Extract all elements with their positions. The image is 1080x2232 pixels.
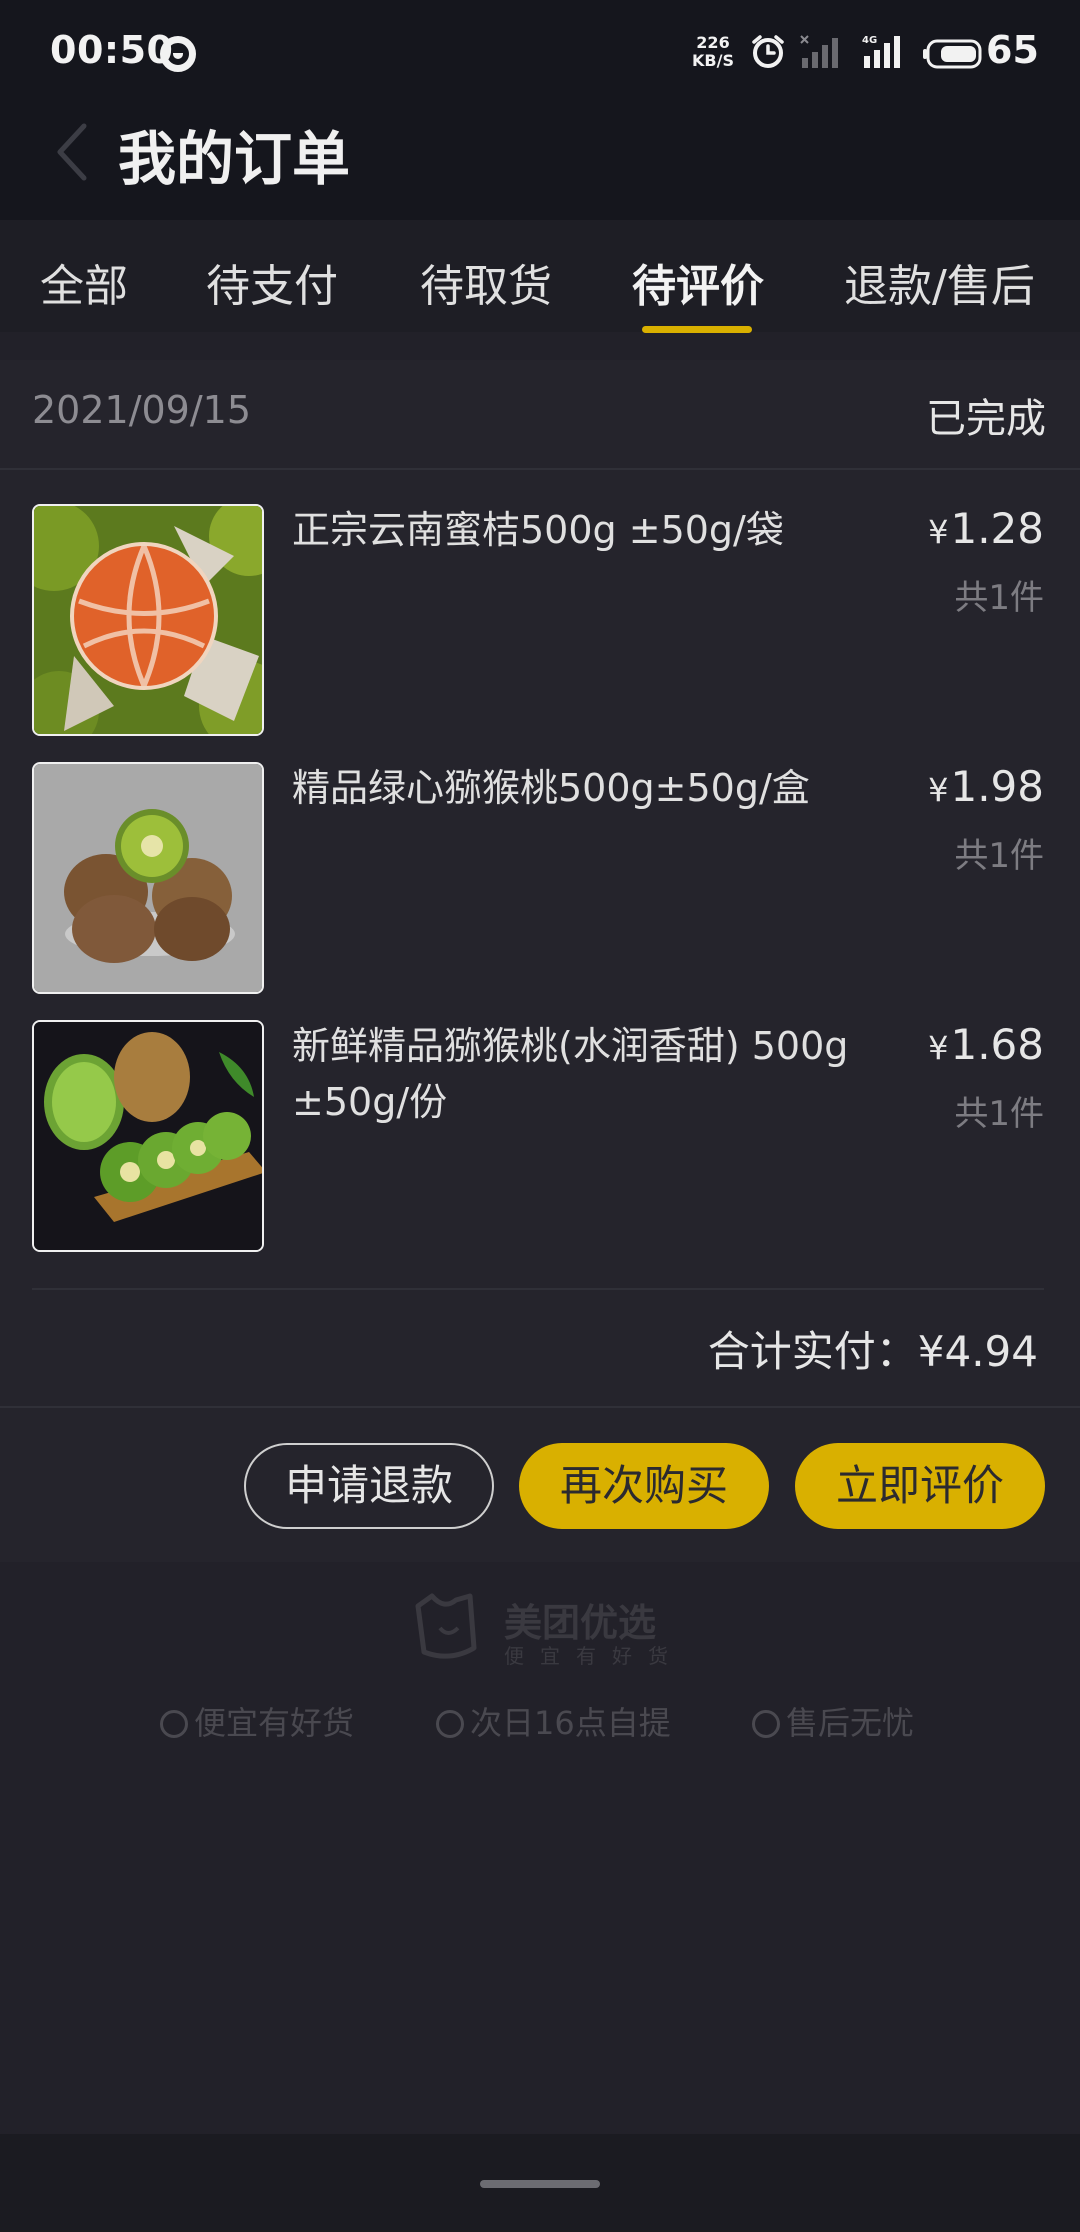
divider bbox=[0, 1406, 1080, 1408]
divider bbox=[32, 1288, 1044, 1290]
divider bbox=[0, 468, 1080, 470]
feature-next-day: 次日16点自提 bbox=[436, 1698, 671, 1744]
product-price-value: 1.28 bbox=[950, 504, 1044, 553]
feature-label: 次日16点自提 bbox=[470, 1704, 671, 1742]
clock-icon bbox=[436, 1710, 464, 1738]
total-label: 合计实付： bbox=[707, 1327, 918, 1376]
alarm-icon bbox=[752, 35, 784, 68]
feature-label: 售后无忧 bbox=[786, 1704, 915, 1742]
kiwi-bowl-image bbox=[34, 764, 262, 992]
order-status: 已完成 bbox=[926, 396, 1046, 442]
product-quantity: 共1件 bbox=[954, 836, 1044, 876]
product-image-kiwi-bowl[interactable] bbox=[32, 762, 264, 994]
currency-symbol: ¥ bbox=[928, 771, 949, 809]
feature-after-sale: 售后无忧 bbox=[752, 1698, 914, 1744]
rebuy-button[interactable]: 再次购买 bbox=[519, 1443, 769, 1529]
product-price-value: 1.98 bbox=[950, 762, 1044, 811]
tab-all[interactable]: 全部 bbox=[40, 250, 128, 314]
feature-label: 便宜有好货 bbox=[194, 1704, 355, 1742]
network-speed-unit: KB/S bbox=[692, 51, 734, 70]
feature-cheap: 便宜有好货 bbox=[160, 1698, 354, 1744]
tab-pending-payment[interactable]: 待支付 bbox=[206, 250, 338, 314]
product-name[interactable]: 精品绿心猕猴桃500g±50g/盒 bbox=[292, 760, 852, 816]
network-speed-value: 226 bbox=[696, 33, 730, 52]
mandarin-orange-image bbox=[34, 506, 262, 734]
product-price-value: 1.68 bbox=[950, 1020, 1044, 1069]
shield-check-icon bbox=[752, 1710, 780, 1738]
active-tab-indicator bbox=[642, 326, 752, 333]
tab-pending-review[interactable]: 待评价 bbox=[632, 250, 764, 314]
svg-text:4G: 4G bbox=[862, 35, 877, 46]
signal-sim1-icon bbox=[800, 35, 838, 68]
network-speed: 226 KB/S bbox=[688, 34, 738, 70]
product-quantity: 共1件 bbox=[954, 578, 1044, 618]
app-notification-icon bbox=[160, 36, 196, 72]
sliced-kiwi-image bbox=[34, 1022, 262, 1250]
tab-pending-pickup[interactable]: 待取货 bbox=[420, 250, 552, 314]
product-price: ¥1.68 bbox=[928, 1020, 1044, 1069]
battery-icon bbox=[923, 39, 982, 69]
product-name[interactable]: 新鲜精品猕猴桃(水润香甜) 500g ±50g/份 bbox=[292, 1018, 852, 1130]
currency-symbol: ¥ bbox=[928, 1029, 949, 1067]
refund-button[interactable]: 申请退款 bbox=[244, 1443, 494, 1529]
page-title: 我的订单 bbox=[118, 125, 351, 193]
product-price: ¥1.28 bbox=[928, 504, 1044, 553]
signal-4g-icon: 4G bbox=[862, 35, 900, 68]
product-price: ¥1.98 bbox=[928, 762, 1044, 811]
brand-slogan: 便宜有好货 bbox=[504, 1644, 684, 1668]
product-name[interactable]: 正宗云南蜜桔500g ±50g/袋 bbox=[292, 502, 852, 558]
product-image-sliced-kiwi[interactable] bbox=[32, 1020, 264, 1252]
thumb-icon bbox=[160, 1710, 188, 1738]
product-quantity: 共1件 bbox=[954, 1094, 1044, 1134]
currency-symbol: ¥ bbox=[928, 513, 949, 551]
order-date: 2021/09/15 bbox=[32, 388, 252, 432]
status-time: 00:50 bbox=[50, 28, 174, 72]
order-total: 合计实付：¥4.94 bbox=[708, 1318, 1038, 1379]
brand-name: 美团优选 bbox=[504, 1601, 657, 1645]
battery-level: 65 bbox=[986, 28, 1039, 72]
rate-now-button[interactable]: 立即评价 bbox=[795, 1443, 1045, 1529]
chevron-left-icon[interactable] bbox=[50, 120, 92, 184]
home-indicator[interactable] bbox=[480, 2180, 600, 2188]
product-image-mandarin[interactable] bbox=[32, 504, 264, 736]
tab-refund-aftersale[interactable]: 退款/售后 bbox=[844, 250, 1035, 314]
total-value: ¥4.94 bbox=[917, 1327, 1038, 1376]
